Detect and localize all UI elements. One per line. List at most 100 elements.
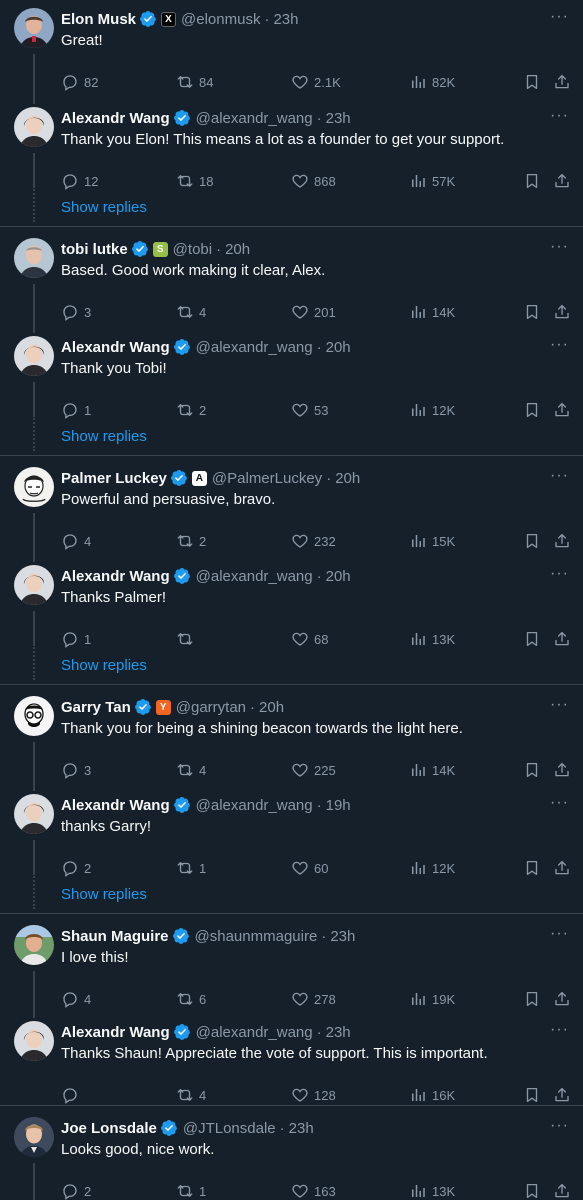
avatar[interactable] (14, 696, 54, 736)
author-name[interactable]: Palmer Luckey (61, 470, 167, 487)
retweet-button[interactable] (176, 630, 199, 648)
show-replies-link[interactable]: Show replies (61, 199, 147, 216)
reply-button[interactable]: 4 (61, 532, 91, 550)
retweet-button[interactable]: 2 (176, 532, 206, 550)
more-icon[interactable]: ··· (550, 696, 569, 714)
reply-button[interactable]: 1 (61, 630, 91, 648)
share-button[interactable] (553, 172, 576, 190)
views-button[interactable]: 14K (409, 303, 455, 321)
bookmark-button[interactable] (523, 761, 546, 779)
author-name[interactable]: Alexandr Wang (61, 1024, 170, 1041)
timestamp[interactable]: 20h (335, 470, 360, 487)
timestamp[interactable]: 23h (273, 11, 298, 28)
timestamp[interactable]: 20h (225, 241, 250, 258)
retweet-button[interactable]: 1 (176, 1182, 206, 1200)
reply-button[interactable]: 4 (61, 990, 91, 1008)
timestamp[interactable]: 20h (326, 568, 351, 585)
author-name[interactable]: Alexandr Wang (61, 110, 170, 127)
more-icon[interactable]: ··· (550, 467, 569, 485)
affiliation-badge-icon[interactable]: X (161, 11, 177, 27)
timestamp[interactable]: 23h (326, 1024, 351, 1041)
show-replies-link[interactable]: Show replies (61, 886, 147, 903)
bookmark-button[interactable] (523, 73, 546, 91)
retweet-button[interactable]: 4 (176, 761, 206, 779)
author-handle[interactable]: @PalmerLuckey (212, 470, 322, 487)
like-button[interactable]: 68 (291, 630, 328, 648)
timestamp[interactable]: 20h (326, 339, 351, 356)
author-handle[interactable]: @shaunmmaguire (195, 928, 318, 945)
more-icon[interactable]: ··· (550, 1117, 569, 1135)
bookmark-button[interactable] (523, 990, 546, 1008)
bookmark-button[interactable] (523, 172, 546, 190)
retweet-button[interactable]: 4 (176, 1086, 206, 1104)
author-handle[interactable]: @elonmusk (181, 11, 260, 28)
bookmark-button[interactable] (523, 401, 546, 419)
like-button[interactable]: 225 (291, 761, 336, 779)
more-icon[interactable]: ··· (550, 1021, 569, 1039)
retweet-button[interactable]: 18 (176, 172, 213, 190)
avatar[interactable] (14, 336, 54, 376)
author-name[interactable]: Joe Lonsdale (61, 1120, 157, 1137)
reply-button[interactable]: 3 (61, 761, 91, 779)
author-handle[interactable]: @JTLonsdale (183, 1120, 276, 1137)
author-handle[interactable]: @alexandr_wang (196, 797, 313, 814)
avatar[interactable] (14, 925, 54, 965)
show-replies-link[interactable]: Show replies (61, 428, 147, 445)
views-button[interactable]: 15K (409, 532, 455, 550)
more-icon[interactable]: ··· (550, 107, 569, 125)
like-button[interactable]: 232 (291, 532, 336, 550)
author-handle[interactable]: @garrytan (176, 699, 246, 716)
author-handle[interactable]: @alexandr_wang (196, 110, 313, 127)
author-handle[interactable]: @alexandr_wang (196, 1024, 313, 1041)
like-button[interactable]: 2.1K (291, 73, 341, 91)
timestamp[interactable]: 23h (330, 928, 355, 945)
share-button[interactable] (553, 1182, 576, 1200)
views-button[interactable]: 82K (409, 73, 455, 91)
reply-button[interactable]: 12 (61, 172, 98, 190)
avatar[interactable] (14, 467, 54, 507)
views-button[interactable]: 57K (409, 172, 455, 190)
like-button[interactable]: 53 (291, 401, 328, 419)
views-button[interactable]: 19K (409, 990, 455, 1008)
reply-button[interactable]: 1 (61, 401, 91, 419)
retweet-button[interactable]: 6 (176, 990, 206, 1008)
share-button[interactable] (553, 630, 576, 648)
views-button[interactable]: 13K (409, 1182, 455, 1200)
views-button[interactable]: 12K (409, 401, 455, 419)
retweet-button[interactable]: 1 (176, 859, 206, 877)
reply-button[interactable]: 3 (61, 303, 91, 321)
reply-button[interactable]: 2 (61, 1182, 91, 1200)
avatar[interactable] (14, 565, 54, 605)
more-icon[interactable]: ··· (550, 336, 569, 354)
avatar[interactable] (14, 794, 54, 834)
author-name[interactable]: Garry Tan (61, 699, 131, 716)
affiliation-badge-icon[interactable]: S (152, 241, 168, 257)
retweet-button[interactable]: 84 (176, 73, 213, 91)
share-button[interactable] (553, 761, 576, 779)
timestamp[interactable]: 23h (326, 110, 351, 127)
bookmark-button[interactable] (523, 532, 546, 550)
share-button[interactable] (553, 532, 576, 550)
author-name[interactable]: tobi lutke (61, 241, 128, 258)
more-icon[interactable]: ··· (550, 925, 569, 943)
bookmark-button[interactable] (523, 1182, 546, 1200)
like-button[interactable]: 868 (291, 172, 336, 190)
reply-button[interactable]: 82 (61, 73, 98, 91)
avatar[interactable] (14, 107, 54, 147)
avatar[interactable] (14, 238, 54, 278)
views-button[interactable]: 16K (409, 1086, 455, 1104)
author-name[interactable]: Alexandr Wang (61, 797, 170, 814)
avatar[interactable] (14, 1117, 54, 1157)
share-button[interactable] (553, 990, 576, 1008)
affiliation-badge-icon[interactable]: Y (155, 699, 171, 715)
reply-button[interactable] (61, 1086, 84, 1104)
views-button[interactable]: 14K (409, 761, 455, 779)
author-handle[interactable]: @tobi (173, 241, 212, 258)
like-button[interactable]: 201 (291, 303, 336, 321)
avatar[interactable] (14, 8, 54, 48)
share-button[interactable] (553, 401, 576, 419)
author-handle[interactable]: @alexandr_wang (196, 339, 313, 356)
more-icon[interactable]: ··· (550, 8, 569, 26)
bookmark-button[interactable] (523, 1086, 546, 1104)
bookmark-button[interactable] (523, 859, 546, 877)
